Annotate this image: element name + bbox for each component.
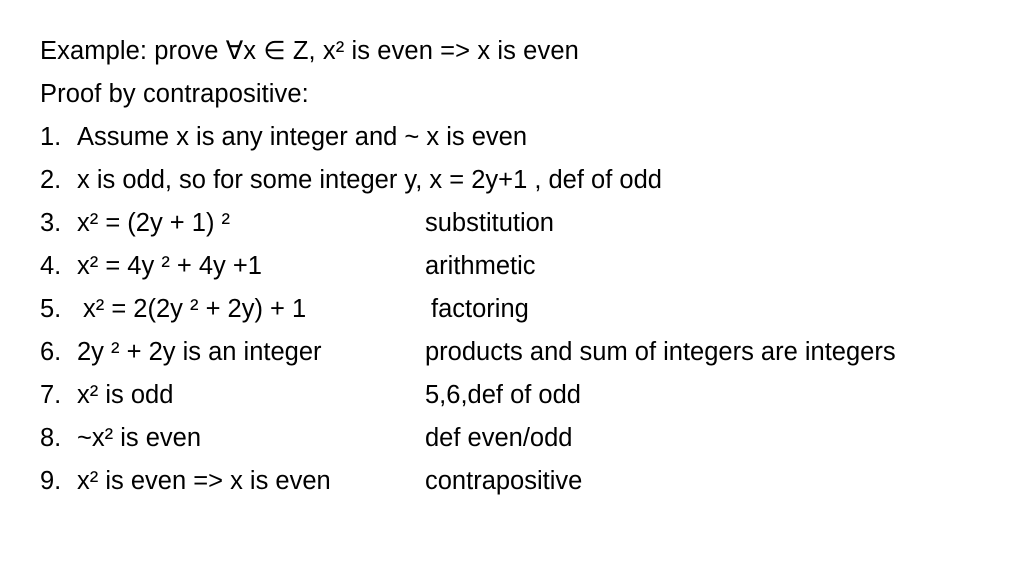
proof-step-2: 2. x is odd, so for some integer y, x = … <box>40 159 1000 202</box>
step-number: 9. <box>40 467 62 495</box>
example-statement-line: Example: prove ∀x ∈ Z, x² is even => x i… <box>40 37 579 65</box>
step-statement: x² = 4y ² + 4y +1 <box>77 252 262 280</box>
step-number: 7. <box>40 381 62 409</box>
step-statement: 2y ² + 2y is an integer <box>77 338 322 366</box>
step-number: 6. <box>40 338 62 366</box>
step-reason: products and sum of integers are integer… <box>425 338 896 366</box>
step-reason: contrapositive <box>425 467 583 495</box>
step-reason: factoring <box>431 295 529 323</box>
step-statement: x² = 2(2y ² + 2y) + 1 <box>83 295 307 323</box>
step-number: 1. <box>40 123 62 151</box>
step-statement: x² is even => x is even <box>77 467 331 495</box>
step-reason: 5,6,def of odd <box>425 381 581 409</box>
proof-step-4: 4. x² = 4y ² + 4y +1 arithmetic <box>40 245 1000 288</box>
proof-step-8: 8. ~x² is even def even/odd <box>40 417 1000 460</box>
step-statement: x is odd, so for some integer y, x = 2y+… <box>77 166 662 194</box>
step-statement: x² = (2y + 1) ² <box>77 209 231 237</box>
step-number: 4. <box>40 252 62 280</box>
proof-content-block: Example: prove ∀x ∈ Z, x² is even => x i… <box>40 30 1000 503</box>
step-number: 3. <box>40 209 62 237</box>
proof-step-5: 5. x² = 2(2y ² + 2y) + 1 factoring <box>40 288 1000 331</box>
proof-step-6: 6. 2y ² + 2y is an integer products and … <box>40 331 1000 374</box>
step-statement: Assume x is any integer and ~ x is even <box>77 123 528 151</box>
proof-steps-list: 1. Assume x is any integer and ~ x is ev… <box>40 116 1000 503</box>
step-number: 5. <box>40 295 62 323</box>
proof-method-line: Proof by contrapositive: <box>40 80 309 108</box>
proof-step-3: 3. x² = (2y + 1) ² substitution <box>40 202 1000 245</box>
proof-step-1: 1. Assume x is any integer and ~ x is ev… <box>40 116 1000 159</box>
step-reason: arithmetic <box>425 252 536 280</box>
step-statement: x² is odd <box>77 381 174 409</box>
proof-step-7: 7. x² is odd 5,6,def of odd <box>40 374 1000 417</box>
proof-step-9: 9. x² is even => x is even contrapositiv… <box>40 460 1000 503</box>
step-reason: def even/odd <box>425 424 573 452</box>
step-reason: substitution <box>425 209 554 237</box>
step-statement: ~x² is even <box>77 424 202 452</box>
step-number: 2. <box>40 166 62 194</box>
step-number: 8. <box>40 424 62 452</box>
slide-canvas: Example: prove ∀x ∈ Z, x² is even => x i… <box>0 0 1024 576</box>
